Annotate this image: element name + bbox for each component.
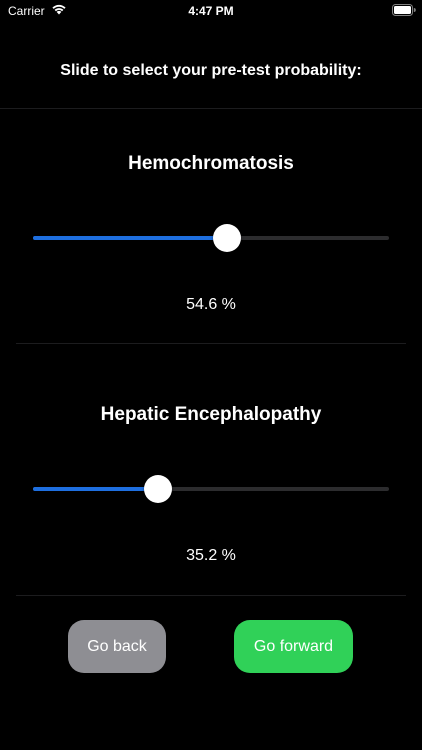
status-time: 4:47 PM <box>188 4 234 18</box>
page-title: Slide to select your pre-test probabilit… <box>60 62 362 79</box>
probability-value-hepatic-encephalopathy: 35.2 % <box>186 547 236 564</box>
probability-slider-hepatic-encephalopathy[interactable] <box>33 475 389 503</box>
section-divider <box>16 595 406 596</box>
test-name-hemochromatosis: Hemochromatosis <box>128 153 294 174</box>
go-back-button[interactable]: Go back <box>68 620 166 673</box>
probability-slider-hemochromatosis[interactable] <box>33 224 389 252</box>
probability-value-hemochromatosis: 54.6 % <box>186 296 236 313</box>
slider-thumb[interactable] <box>213 224 242 252</box>
header-divider <box>0 108 422 109</box>
slider-fill <box>33 487 159 491</box>
status-bar: Carrier 4:47 PM <box>0 0 422 22</box>
slider-fill <box>33 236 228 240</box>
battery-icon <box>392 4 416 16</box>
slider-thumb[interactable] <box>144 475 173 503</box>
test-name-hepatic-encephalopathy: Hepatic Encephalopathy <box>100 404 322 425</box>
section-divider <box>16 343 406 344</box>
go-forward-button[interactable]: Go forward <box>234 620 353 673</box>
